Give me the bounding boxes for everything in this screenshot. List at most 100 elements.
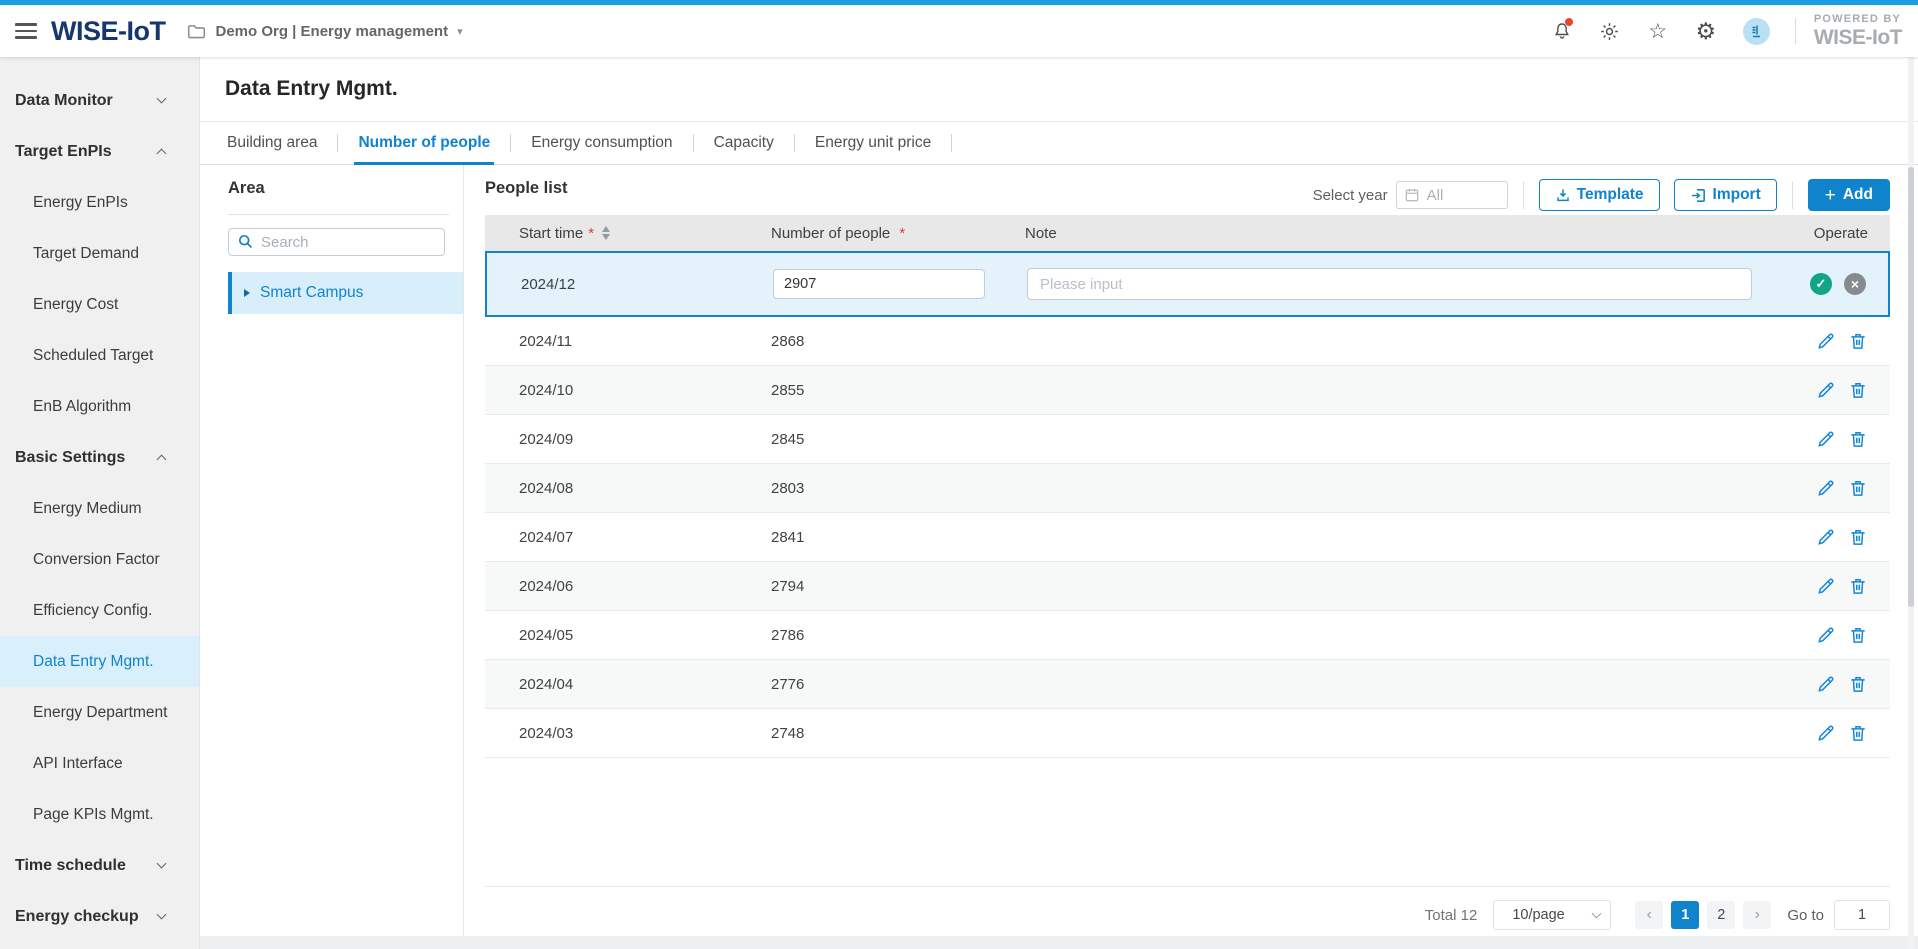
settings-button[interactable]: ⚙ <box>1695 20 1717 42</box>
delete-trash-icon[interactable] <box>1848 331 1868 351</box>
scrollbar-track[interactable] <box>1908 57 1914 949</box>
tab-capacity[interactable]: Capacity <box>712 122 776 165</box>
start-time-cell: 2024/12 <box>487 276 773 293</box>
tab-energy-unit-price[interactable]: Energy unit price <box>813 122 933 165</box>
delete-trash-icon[interactable] <box>1848 380 1868 400</box>
next-page-button[interactable]: › <box>1743 901 1771 929</box>
edit-pencil-icon[interactable] <box>1816 429 1836 449</box>
brightness-button[interactable] <box>1599 20 1621 42</box>
delete-trash-icon[interactable] <box>1848 723 1868 743</box>
edit-pencil-icon[interactable] <box>1816 478 1836 498</box>
import-button[interactable]: Import <box>1674 179 1777 211</box>
tab-building-area[interactable]: Building area <box>225 122 319 165</box>
number-cell: 2855 <box>771 382 1025 399</box>
divider <box>510 134 511 152</box>
divider <box>1523 181 1524 209</box>
hamburger-menu-icon[interactable] <box>15 19 37 43</box>
table-row: 2024/08 2803 <box>485 464 1890 513</box>
prev-page-button[interactable]: ‹ <box>1635 901 1663 929</box>
delete-trash-icon[interactable] <box>1848 478 1868 498</box>
number-cell: 2794 <box>771 578 1025 595</box>
sidebar-item-energy-enpis[interactable]: Energy EnPIs <box>0 177 199 228</box>
page-1-button[interactable]: 1 <box>1671 901 1699 929</box>
sidebar: Data Monitor Target EnPIs Energy EnPIs T… <box>0 57 200 949</box>
sidebar-item-energy-department[interactable]: Energy Department <box>0 687 199 738</box>
goto-label: Go to <box>1787 907 1824 924</box>
sidebar-item-data-entry-mgmt[interactable]: Data Entry Mgmt. <box>0 636 199 687</box>
goto-page-input[interactable] <box>1834 900 1890 930</box>
edit-pencil-icon[interactable] <box>1816 576 1836 596</box>
org-switcher[interactable]: Demo Org | Energy management ▾ <box>187 23 462 40</box>
favorites-button[interactable]: ☆ <box>1647 20 1669 42</box>
chevron-down-icon <box>1592 909 1602 919</box>
divider <box>1795 18 1796 44</box>
number-cell: 2845 <box>771 431 1025 448</box>
sidebar-item-target-enpis[interactable]: Target EnPIs <box>0 126 199 177</box>
sidebar-item-energy-cost[interactable]: Energy Cost <box>0 279 199 330</box>
divider <box>951 134 952 152</box>
sort-icon[interactable] <box>602 226 610 240</box>
page-size-select[interactable]: 10/page <box>1493 900 1611 930</box>
sidebar-item-data-monitor[interactable]: Data Monitor <box>0 75 199 126</box>
edit-pencil-icon[interactable] <box>1816 674 1836 694</box>
chevron-down-icon <box>157 859 167 869</box>
column-operate: Operate <box>1814 225 1890 242</box>
tree-item-smart-campus[interactable]: Smart Campus <box>228 272 463 314</box>
notification-dot <box>1565 18 1573 26</box>
delete-trash-icon[interactable] <box>1848 625 1868 645</box>
delete-trash-icon[interactable] <box>1848 576 1868 596</box>
plus-icon: + <box>1825 186 1836 205</box>
sidebar-item-scheduled-target[interactable]: Scheduled Target <box>0 330 199 381</box>
edit-pencil-icon[interactable] <box>1816 331 1836 351</box>
template-button[interactable]: Template <box>1539 179 1660 211</box>
sidebar-item-page-kpis-mgmt[interactable]: Page KPIs Mgmt. <box>0 789 199 840</box>
sidebar-item-target-demand[interactable]: Target Demand <box>0 228 199 279</box>
number-cell: 2868 <box>771 333 1025 350</box>
tab-energy-consumption[interactable]: Energy consumption <box>529 122 674 165</box>
select-year-dropdown[interactable]: All <box>1396 181 1508 209</box>
note-input[interactable] <box>1027 268 1752 300</box>
delete-trash-icon[interactable] <box>1848 527 1868 547</box>
delete-trash-icon[interactable] <box>1848 674 1868 694</box>
sidebar-item-energy-checkup[interactable]: Energy checkup <box>0 891 199 942</box>
sidebar-item-api-interface[interactable]: API Interface <box>0 738 199 789</box>
edit-pencil-icon[interactable] <box>1816 527 1836 547</box>
page-2-button[interactable]: 2 <box>1707 901 1735 929</box>
table-row: 2024/10 2855 <box>485 366 1890 415</box>
number-of-people-input[interactable] <box>773 269 985 299</box>
notifications-button[interactable] <box>1551 20 1573 42</box>
tab-number-of-people[interactable]: Number of people <box>356 122 492 165</box>
area-panel-title: Area <box>228 179 265 198</box>
sidebar-item-basic-settings[interactable]: Basic Settings <box>0 432 199 483</box>
tree-caret-icon[interactable] <box>244 289 250 297</box>
table-row: 2024/03 2748 <box>485 709 1890 758</box>
delete-trash-icon[interactable] <box>1848 429 1868 449</box>
sidebar-item-conversion-factor[interactable]: Conversion Factor <box>0 534 199 585</box>
column-start-time: Start time * <box>485 225 771 242</box>
powered-by-logo: POWERED BY WISE-IoT <box>1814 14 1902 48</box>
sidebar-item-efficiency-config[interactable]: Efficiency Config. <box>0 585 199 636</box>
search-input[interactable] <box>228 228 445 256</box>
sidebar-item-time-schedule[interactable]: Time schedule <box>0 840 199 891</box>
area-search <box>228 228 445 256</box>
start-time-cell: 2024/05 <box>485 627 771 644</box>
add-button[interactable]: + Add <box>1808 179 1890 211</box>
start-time-cell: 2024/08 <box>485 480 771 497</box>
avatar[interactable] <box>1743 18 1770 45</box>
sidebar-item-enb-algorithm[interactable]: EnB Algorithm <box>0 381 199 432</box>
edit-pencil-icon[interactable] <box>1816 723 1836 743</box>
chevron-down-icon <box>157 910 167 920</box>
cancel-icon[interactable]: × <box>1844 273 1866 295</box>
edit-pencil-icon[interactable] <box>1816 625 1836 645</box>
divider <box>337 134 338 152</box>
sidebar-item-energy-medium[interactable]: Energy Medium <box>0 483 199 534</box>
people-list-panel: People list Select year All <box>464 165 1918 936</box>
edit-pencil-icon[interactable] <box>1816 380 1836 400</box>
chevron-right-icon: › <box>1755 906 1760 924</box>
confirm-icon[interactable]: ✓ <box>1810 273 1832 295</box>
scrollbar-thumb[interactable] <box>1908 167 1914 607</box>
table-row: 2024/11 2868 <box>485 317 1890 366</box>
star-icon: ☆ <box>1648 21 1667 42</box>
people-list-title: People list <box>485 179 568 198</box>
calendar-icon <box>1405 188 1419 202</box>
